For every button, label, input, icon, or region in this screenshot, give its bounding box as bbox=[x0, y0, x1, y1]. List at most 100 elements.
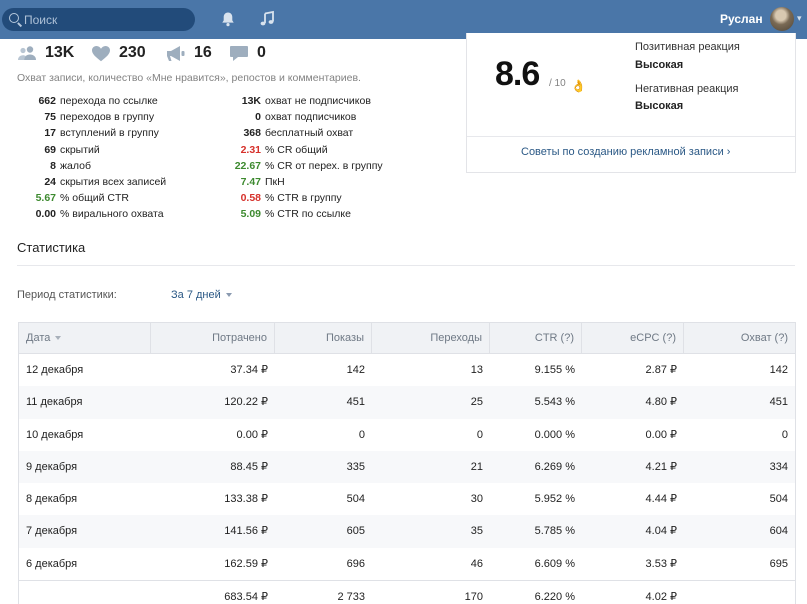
metric-label: % вирального охвата bbox=[60, 208, 164, 221]
table-cell: 2.87 ₽ bbox=[645, 364, 677, 376]
bell-icon[interactable] bbox=[219, 10, 237, 28]
column-header[interactable]: eCPC (?) bbox=[582, 323, 684, 353]
table-cell: 0 bbox=[358, 428, 365, 441]
search-box[interactable] bbox=[2, 8, 195, 31]
chevron-down-icon bbox=[225, 293, 232, 298]
column-header[interactable]: CTR (?) bbox=[490, 323, 582, 353]
table-cell: 696 bbox=[346, 557, 365, 570]
table-cell: 334 bbox=[769, 460, 788, 473]
table-cell: 133.38 ₽ bbox=[224, 493, 268, 506]
metric-label: ПкН bbox=[265, 176, 285, 188]
likes-count: 230 bbox=[119, 44, 146, 61]
metric-row: 662 перехода по ссылке bbox=[14, 94, 158, 108]
music-icon[interactable] bbox=[258, 10, 276, 28]
positive-reaction-value: Высокая bbox=[635, 59, 684, 71]
comment-icon bbox=[230, 45, 248, 61]
metric-row: 22.67 % CR от перех. в группу bbox=[220, 159, 383, 173]
table-cell: 120.22 ₽ bbox=[224, 396, 268, 409]
table-total-cell: 170 bbox=[464, 591, 483, 604]
table-header: Дата Потрачено Показы Переходы CTR (?) eCPC (… bbox=[19, 323, 795, 354]
table-cell: 3.53 ₽ bbox=[645, 557, 677, 570]
table-row: 9 декабря 88.45 ₽ 335 21 6.269 % 4.21 ₽ 334 bbox=[19, 450, 795, 484]
metric-label: % CR от перех. в группу bbox=[265, 159, 383, 172]
comments-count: 0 bbox=[257, 44, 266, 61]
column-header[interactable]: Дата bbox=[19, 323, 151, 353]
table-cell: 504 bbox=[769, 493, 788, 506]
column-header-label: Охват (?) bbox=[740, 332, 788, 344]
metric-value: 75 bbox=[44, 111, 56, 124]
avatar[interactable] bbox=[770, 7, 794, 31]
table-cell: 0.00 ₽ bbox=[645, 428, 677, 441]
table-row: 12 декабря 37.34 ₽ 142 13 9.155 % 2.87 ₽ 142 bbox=[19, 354, 795, 386]
metric-row: 5.67 % общий CTR bbox=[14, 191, 129, 205]
ad-tips-link[interactable]: Советы по созданию рекламной записи › bbox=[521, 146, 730, 158]
table-cell: 4.21 ₽ bbox=[645, 460, 677, 473]
table-cell: 5.952 % bbox=[534, 493, 575, 506]
comments-counter: 0 bbox=[229, 42, 266, 64]
user-name[interactable]: Руслан bbox=[720, 12, 763, 26]
negative-reaction-value: Высокая bbox=[635, 100, 684, 112]
metric-label: жалоб bbox=[60, 159, 91, 172]
metric-label: % CTR в группу bbox=[265, 192, 342, 205]
table-cell: 0 bbox=[781, 428, 788, 441]
column-header-label: CTR (?) bbox=[534, 332, 574, 344]
statistics-title: Статистика bbox=[17, 240, 86, 255]
metric-value: 2.31 bbox=[240, 143, 261, 156]
table-cell: 10 декабря bbox=[26, 428, 84, 441]
table-cell: 13 bbox=[470, 364, 483, 376]
metric-value: 5.67 bbox=[35, 192, 56, 205]
metric-value: 0.00 bbox=[35, 208, 56, 221]
sort-arrow-icon bbox=[55, 336, 62, 341]
search-input[interactable] bbox=[24, 11, 189, 28]
table-total-cell bbox=[19, 581, 151, 604]
metric-row: 8 жалоб bbox=[14, 159, 91, 173]
table-cell: 695 bbox=[769, 557, 788, 570]
column-header[interactable]: Потрачено bbox=[151, 323, 275, 353]
positive-reaction-label: Позитивная реакция bbox=[635, 41, 740, 53]
metric-row: 24 скрытия всех записей bbox=[14, 175, 166, 189]
metric-value: 22.67 bbox=[234, 159, 261, 172]
column-header[interactable]: Охват (?) bbox=[684, 323, 795, 353]
metric-row: 0.00 % вирального охвата bbox=[14, 207, 164, 221]
table-row: 6 декабря 162.59 ₽ 696 46 6.609 % 3.53 ₽ 695 bbox=[19, 548, 795, 580]
metric-value: 24 bbox=[44, 176, 56, 188]
table-row: 7 декабря 141.56 ₽ 605 35 5.785 % 4.04 ₽ 604 bbox=[19, 515, 795, 548]
metric-row: 7.47 ПкН bbox=[220, 175, 285, 189]
metric-row: 5.09 % CTR по ссылке bbox=[220, 207, 351, 221]
table-cell: 4.80 ₽ bbox=[645, 396, 677, 409]
table-cell: 162.59 ₽ bbox=[224, 557, 268, 570]
table-total-cell: 4.02 ₽ bbox=[645, 591, 677, 604]
table-cell: 0.00 ₽ bbox=[236, 428, 268, 441]
metric-row: 0.58 % CTR в группу bbox=[220, 191, 342, 205]
table-cell: 6.269 % bbox=[534, 460, 575, 473]
table-row: 11 декабря 120.22 ₽ 451 25 5.543 % 4.80 ₽ 451 bbox=[19, 386, 795, 419]
metric-label: скрытия всех записей bbox=[60, 176, 167, 188]
metric-row: 368 бесплатный охват bbox=[220, 126, 353, 140]
card-divider bbox=[467, 136, 795, 137]
metric-row: 75 переходов в группу bbox=[14, 110, 154, 124]
metric-value: 662 bbox=[38, 95, 56, 107]
table-cell: 8 декабря bbox=[26, 493, 78, 506]
reach-counter: 13K bbox=[17, 42, 74, 64]
table-cell: 6 декабря bbox=[26, 557, 78, 570]
table-cell: 88.45 ₽ bbox=[230, 460, 268, 473]
table-cell: 335 bbox=[346, 460, 365, 473]
metric-label: охват не подписчиков bbox=[265, 95, 371, 107]
chevron-down-icon[interactable]: ▾ bbox=[797, 13, 802, 24]
metric-value: 368 bbox=[243, 127, 261, 140]
table-total-cell: 683.54 ₽ bbox=[224, 591, 268, 604]
period-select[interactable]: За 7 дней bbox=[171, 289, 232, 301]
table-body: 12 декабря 37.34 ₽ 142 13 9.155 % 2.87 ₽ 142 11… bbox=[19, 354, 795, 604]
rating-score: 8.6 bbox=[495, 55, 540, 93]
table-cell: 451 bbox=[346, 396, 365, 409]
metric-label: перехода по ссылке bbox=[60, 95, 158, 107]
column-header[interactable]: Переходы bbox=[372, 323, 490, 353]
table-cell: 142 bbox=[346, 364, 365, 376]
metric-value: 8 bbox=[50, 159, 56, 172]
column-header[interactable]: Показы bbox=[275, 323, 372, 353]
statistics-table: Дата Потрачено Показы Переходы CTR (?) eCPC (… bbox=[18, 322, 796, 604]
people-icon bbox=[18, 46, 36, 60]
period-value: За 7 дней bbox=[171, 289, 221, 301]
column-header-label: eCPC (?) bbox=[630, 332, 676, 344]
likes-counter: 230 bbox=[91, 42, 146, 64]
